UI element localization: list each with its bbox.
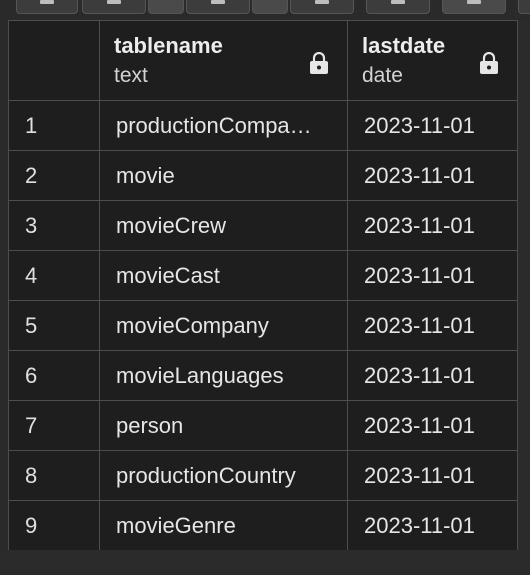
table-row[interactable]: 9 movieGenre 2023-11-01 (8, 500, 518, 551)
row-number[interactable]: 3 (8, 200, 100, 251)
column-header-lastdate[interactable]: lastdate date (347, 20, 518, 101)
row-number[interactable]: 7 (8, 400, 100, 451)
result-table: tablename text lastdate date 1 productio… (8, 20, 518, 551)
toolbar-button-delete[interactable] (290, 0, 354, 14)
delete-icon (315, 0, 329, 4)
cell-tablename[interactable]: movie (99, 150, 348, 201)
toolbar-button-copy[interactable] (82, 0, 146, 14)
table-row[interactable]: 8 productionCountry 2023-11-01 (8, 450, 518, 501)
cell-lastdate[interactable]: 2023-11-01 (347, 200, 518, 251)
paste-icon (211, 0, 225, 4)
table-row[interactable]: 2 movie 2023-11-01 (8, 150, 518, 201)
table-row[interactable]: 3 movieCrew 2023-11-01 (8, 200, 518, 251)
table-row[interactable]: 5 movieCompany 2023-11-01 (8, 300, 518, 351)
cell-tablename[interactable]: movieCompany (99, 300, 348, 351)
add-icon (40, 0, 54, 4)
cell-tablename[interactable]: movieLanguages (99, 350, 348, 401)
row-number[interactable]: 1 (8, 100, 100, 151)
toolbar-button-more[interactable] (518, 0, 530, 14)
toolbar-button-dropdown-2[interactable] (252, 0, 288, 14)
grid-footer (0, 550, 530, 575)
download-icon (391, 0, 405, 4)
cell-lastdate[interactable]: 2023-11-01 (347, 450, 518, 501)
table-row[interactable]: 4 movieCast 2023-11-01 (8, 250, 518, 301)
row-number[interactable]: 5 (8, 300, 100, 351)
row-number[interactable]: 8 (8, 450, 100, 501)
cell-tablename[interactable]: movieGenre (99, 500, 348, 551)
row-number[interactable]: 9 (8, 500, 100, 551)
table-row[interactable]: 1 productionCompa… 2023-11-01 (8, 100, 518, 151)
column-header-tablename[interactable]: tablename text (99, 20, 348, 101)
cell-lastdate[interactable]: 2023-11-01 (347, 400, 518, 451)
lock-icon (309, 52, 329, 74)
toolbar-button-download[interactable] (366, 0, 430, 14)
header-row: tablename text lastdate date (8, 20, 518, 101)
cell-lastdate[interactable]: 2023-11-01 (347, 100, 518, 151)
cell-tablename[interactable]: movieCast (99, 250, 348, 301)
row-number[interactable]: 4 (8, 250, 100, 301)
grid-right-gutter (518, 20, 530, 550)
cell-lastdate[interactable]: 2023-11-01 (347, 500, 518, 551)
cell-lastdate[interactable]: 2023-11-01 (347, 300, 518, 351)
filter-icon (467, 0, 481, 4)
cell-tablename[interactable]: productionCompa… (99, 100, 348, 151)
cell-tablename[interactable]: movieCrew (99, 200, 348, 251)
row-number[interactable]: 6 (8, 350, 100, 401)
toolbar (0, 0, 530, 14)
table-row[interactable]: 7 person 2023-11-01 (8, 400, 518, 451)
toolbar-button-dropdown[interactable] (148, 0, 184, 14)
cell-tablename[interactable]: productionCountry (99, 450, 348, 501)
copy-icon (107, 0, 121, 4)
cell-lastdate[interactable]: 2023-11-01 (347, 350, 518, 401)
row-number[interactable]: 2 (8, 150, 100, 201)
toolbar-button-paste[interactable] (186, 0, 250, 14)
cell-tablename[interactable]: person (99, 400, 348, 451)
cell-lastdate[interactable]: 2023-11-01 (347, 250, 518, 301)
data-grid: tablename text lastdate date 1 productio… (8, 20, 518, 551)
toolbar-button-add[interactable] (16, 0, 78, 14)
cell-lastdate[interactable]: 2023-11-01 (347, 150, 518, 201)
lock-icon (479, 52, 499, 74)
table-row[interactable]: 6 movieLanguages 2023-11-01 (8, 350, 518, 401)
row-number-header[interactable] (8, 20, 100, 101)
toolbar-button-filter[interactable] (442, 0, 506, 14)
